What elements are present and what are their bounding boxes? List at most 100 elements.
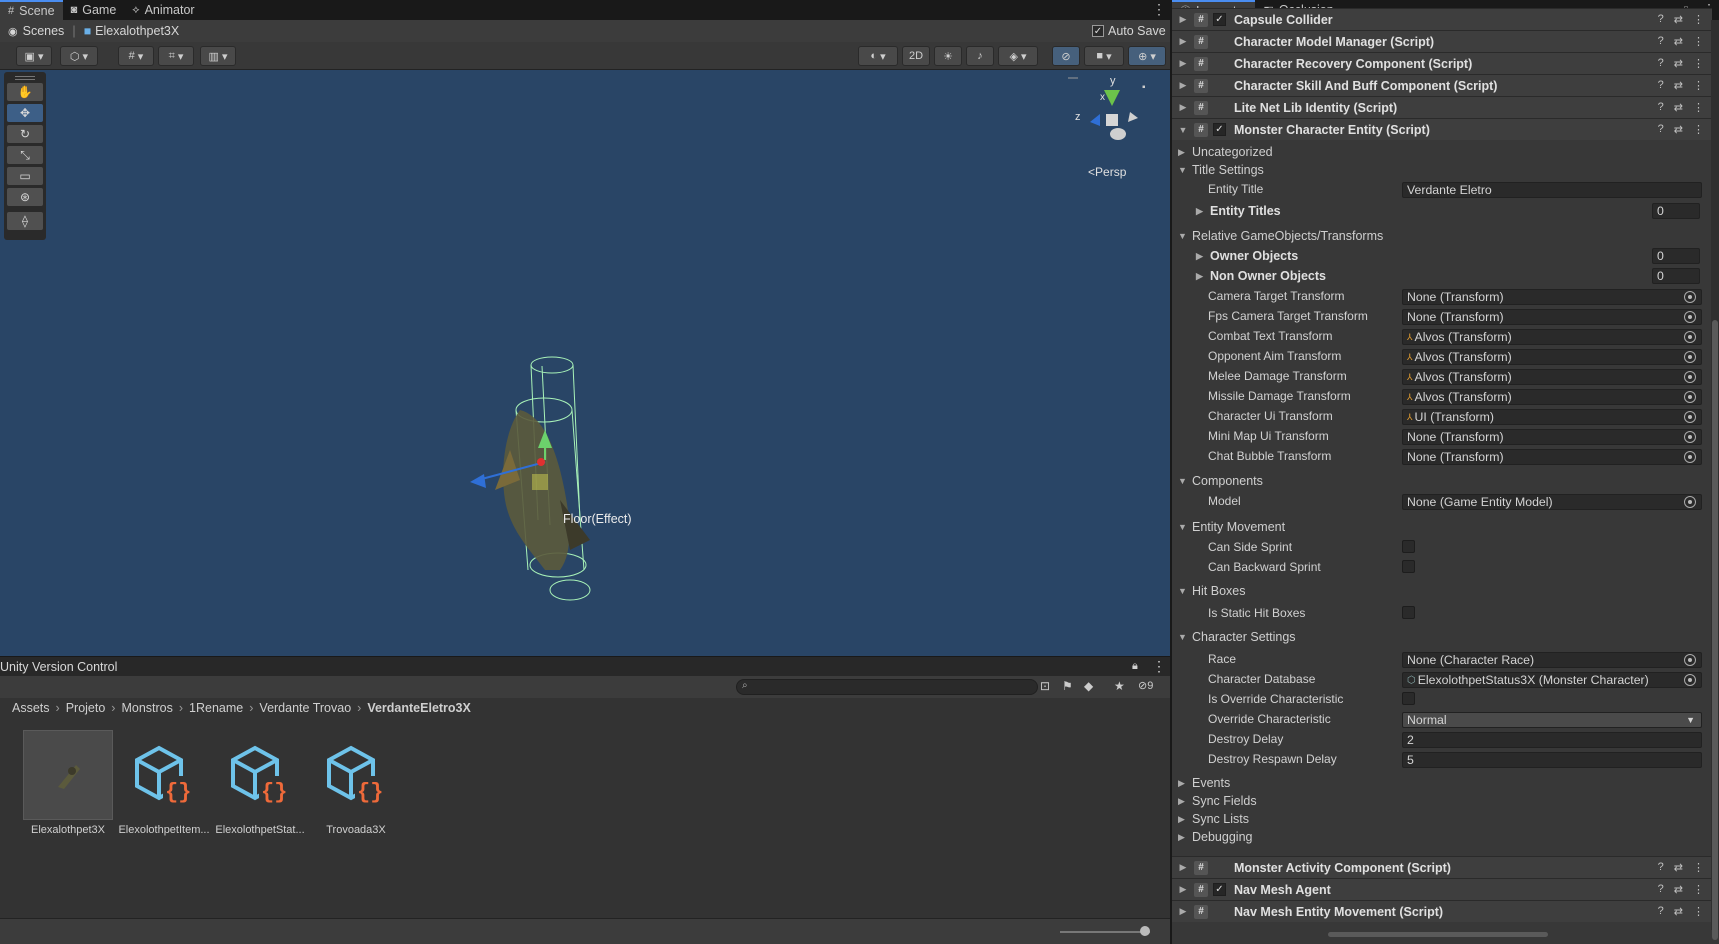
preset-icon[interactable]: ⇄ — [1674, 861, 1683, 874]
destroy-delay-input[interactable]: 2 — [1402, 732, 1702, 748]
help-icon[interactable]: ? — [1658, 905, 1664, 918]
help-icon[interactable]: ? — [1658, 35, 1664, 48]
crumb-item[interactable]: Assets — [12, 701, 50, 715]
is-override-characteristic-checkbox[interactable] — [1402, 692, 1415, 705]
zoom-slider-handle[interactable] — [1140, 926, 1150, 936]
preset-icon[interactable]: ⇄ — [1674, 35, 1683, 48]
grid-visibility-dropdown[interactable]: ▥ ▾ — [200, 46, 236, 66]
kebab-menu-icon[interactable]: ⋮ — [1693, 57, 1704, 70]
help-icon[interactable]: ? — [1658, 79, 1664, 92]
transform-field[interactable]: ⅄ Alvos (Transform) — [1402, 389, 1702, 405]
transform-field[interactable]: None (Transform) — [1402, 309, 1702, 325]
kebab-menu-icon[interactable]: ⋮ — [1693, 861, 1704, 874]
array-size-field[interactable]: 0 — [1652, 268, 1700, 284]
tab-scene[interactable]: # Scene — [0, 0, 63, 20]
object-picker-icon[interactable] — [1684, 496, 1696, 508]
hidden-objects-toggle[interactable]: ⊘ — [1052, 46, 1080, 66]
object-picker-icon[interactable] — [1684, 411, 1696, 423]
model-field[interactable]: None (Game Entity Model) — [1402, 494, 1702, 510]
orientation-gizmo[interactable]: y x z ▪ — [1068, 75, 1146, 140]
asset-item[interactable]: {} Trovoada3X — [306, 730, 406, 836]
transform-field[interactable]: ⅄ UI (Transform) — [1402, 409, 1702, 425]
search-input[interactable]: ⌕ — [736, 679, 1038, 695]
increment-snap-dropdown[interactable]: ⌗ ▾ — [158, 46, 194, 66]
kebab-menu-icon[interactable]: ⋮ — [1693, 883, 1704, 896]
asset-item[interactable]: Elexalothpet3X — [18, 730, 118, 836]
array-size-field[interactable]: 0 — [1652, 203, 1700, 219]
preset-icon[interactable]: ⇄ — [1674, 101, 1683, 114]
entity-title-input[interactable]: Verdante Eletro — [1402, 182, 1702, 198]
component-header[interactable]: ▶ # Character Skill And Buff Component (Sc… — [1172, 74, 1712, 96]
kebab-menu-icon[interactable]: ⋮ — [1693, 13, 1704, 26]
label-icon[interactable]: ◆ — [1084, 679, 1093, 693]
can-side-sprint-checkbox[interactable] — [1402, 540, 1415, 553]
crumb-item[interactable]: VerdanteEletro3X — [367, 701, 471, 715]
object-picker-icon[interactable] — [1684, 311, 1696, 323]
preset-icon[interactable]: ⇄ — [1674, 883, 1683, 896]
chevron-right-icon[interactable]: ▶ — [1176, 80, 1190, 91]
component-header[interactable]: ▶ # Character Model Manager (Script)? ⇄ ⋮ — [1172, 30, 1712, 52]
transform-field[interactable]: None (Transform) — [1402, 289, 1702, 305]
object-picker-icon[interactable] — [1684, 331, 1696, 343]
auto-save-checkbox[interactable]: ✓ — [1092, 25, 1104, 37]
object-picker-icon[interactable] — [1684, 291, 1696, 303]
chevron-right-icon[interactable]: ▶ — [1176, 862, 1190, 873]
transform-field[interactable]: ⅄ Alvos (Transform) — [1402, 329, 1702, 345]
scrollbar-thumb[interactable] — [1712, 320, 1718, 940]
entity-movement-foldout[interactable]: ▼ Entity Movement — [1178, 520, 1285, 534]
chevron-down-icon[interactable]: ▼ — [1176, 125, 1190, 135]
title-settings-foldout[interactable]: ▼ Title Settings — [1178, 163, 1264, 177]
chevron-right-icon[interactable]: ▶ — [1176, 58, 1190, 69]
camera-dropdown[interactable]: ■ ▾ — [1084, 46, 1124, 66]
component-header[interactable]: ▶ # Monster Activity Component (Script)? ⇄ ⋮ — [1172, 856, 1712, 878]
transform-field[interactable]: None (Transform) — [1402, 449, 1702, 465]
component-header[interactable]: ▶ # ✓ Capsule Collider? ⇄ ⋮ — [1172, 8, 1712, 30]
audio-toggle[interactable]: ♪ — [966, 46, 994, 66]
object-picker-icon[interactable] — [1684, 674, 1696, 686]
debugging-foldout[interactable]: ▶ Debugging — [1178, 830, 1252, 844]
crumb-item[interactable]: Monstros — [121, 701, 172, 715]
object-picker-icon[interactable] — [1684, 451, 1696, 463]
favorite-star-icon[interactable]: ★ — [1114, 679, 1125, 693]
lighting-toggle[interactable]: ☀ — [934, 46, 962, 66]
object-picker-icon[interactable] — [1684, 371, 1696, 383]
relative-transforms-foldout[interactable]: ▼ Relative GameObjects/Transforms — [1178, 229, 1383, 243]
component-header[interactable]: ▼ # ✓ Monster Character Entity (Script)? ⇄ ⋮ — [1172, 118, 1712, 140]
chevron-right-icon[interactable]: ▶ — [1176, 36, 1190, 47]
chevron-right-icon[interactable]: ▶ — [1176, 884, 1190, 895]
sync-fields-foldout[interactable]: ▶ Sync Fields — [1178, 794, 1257, 808]
zoom-slider-track[interactable] — [1060, 931, 1150, 933]
object-picker-icon[interactable] — [1684, 654, 1696, 666]
search-by-type-icon[interactable]: ⊡ — [1040, 679, 1050, 693]
component-enabled-checkbox[interactable]: ✓ — [1213, 883, 1226, 896]
tab-game[interactable]: ◙ Game — [63, 0, 125, 20]
kebab-menu-icon[interactable]: ⋮ — [1152, 658, 1166, 675]
draw-mode-dropdown[interactable]: ▣ ▾ — [16, 46, 52, 66]
is-static-hit-boxes-checkbox[interactable] — [1402, 606, 1415, 619]
events-foldout[interactable]: ▶ Events — [1178, 776, 1230, 790]
transform-field[interactable]: ⅄ Alvos (Transform) — [1402, 369, 1702, 385]
component-enabled-checkbox[interactable]: ✓ — [1213, 13, 1226, 26]
preset-icon[interactable]: ⇄ — [1674, 57, 1683, 70]
filter-icon[interactable]: ⚑ — [1062, 679, 1073, 693]
prefab-name[interactable]: Elexalothpet3X — [95, 24, 179, 38]
help-icon[interactable]: ? — [1658, 883, 1664, 896]
2d-toggle[interactable]: 2D — [902, 46, 930, 66]
uncategorized-foldout[interactable]: ▶ Uncategorized — [1178, 145, 1273, 159]
transform-field[interactable]: ⅄ Alvos (Transform) — [1402, 349, 1702, 365]
perspective-label[interactable]: <Persp — [1088, 165, 1127, 179]
preset-icon[interactable]: ⇄ — [1674, 13, 1683, 26]
chevron-right-icon[interactable]: ▶ — [1176, 14, 1190, 25]
lock-icon[interactable]: ▪ — [1142, 82, 1146, 93]
kebab-menu-icon[interactable]: ⋮ — [1693, 35, 1704, 48]
scenes-link[interactable]: Scenes — [23, 24, 65, 38]
object-picker-icon[interactable] — [1684, 351, 1696, 363]
help-icon[interactable]: ? — [1658, 101, 1664, 114]
help-icon[interactable]: ? — [1658, 123, 1664, 136]
component-header[interactable]: ▶ # Nav Mesh Entity Movement (Script)? ⇄ ⋮ — [1172, 900, 1712, 922]
transform-field[interactable]: None (Transform) — [1402, 429, 1702, 445]
help-icon[interactable]: ? — [1658, 861, 1664, 874]
character-database-field[interactable]: ⬡ ElexolothpetStatus3X (Monster Character… — [1402, 672, 1702, 688]
owner-objects-foldout[interactable]: ▶ Owner Objects — [1196, 249, 1298, 263]
shading-mode-dropdown[interactable]: ◐ ▾ — [858, 46, 898, 66]
